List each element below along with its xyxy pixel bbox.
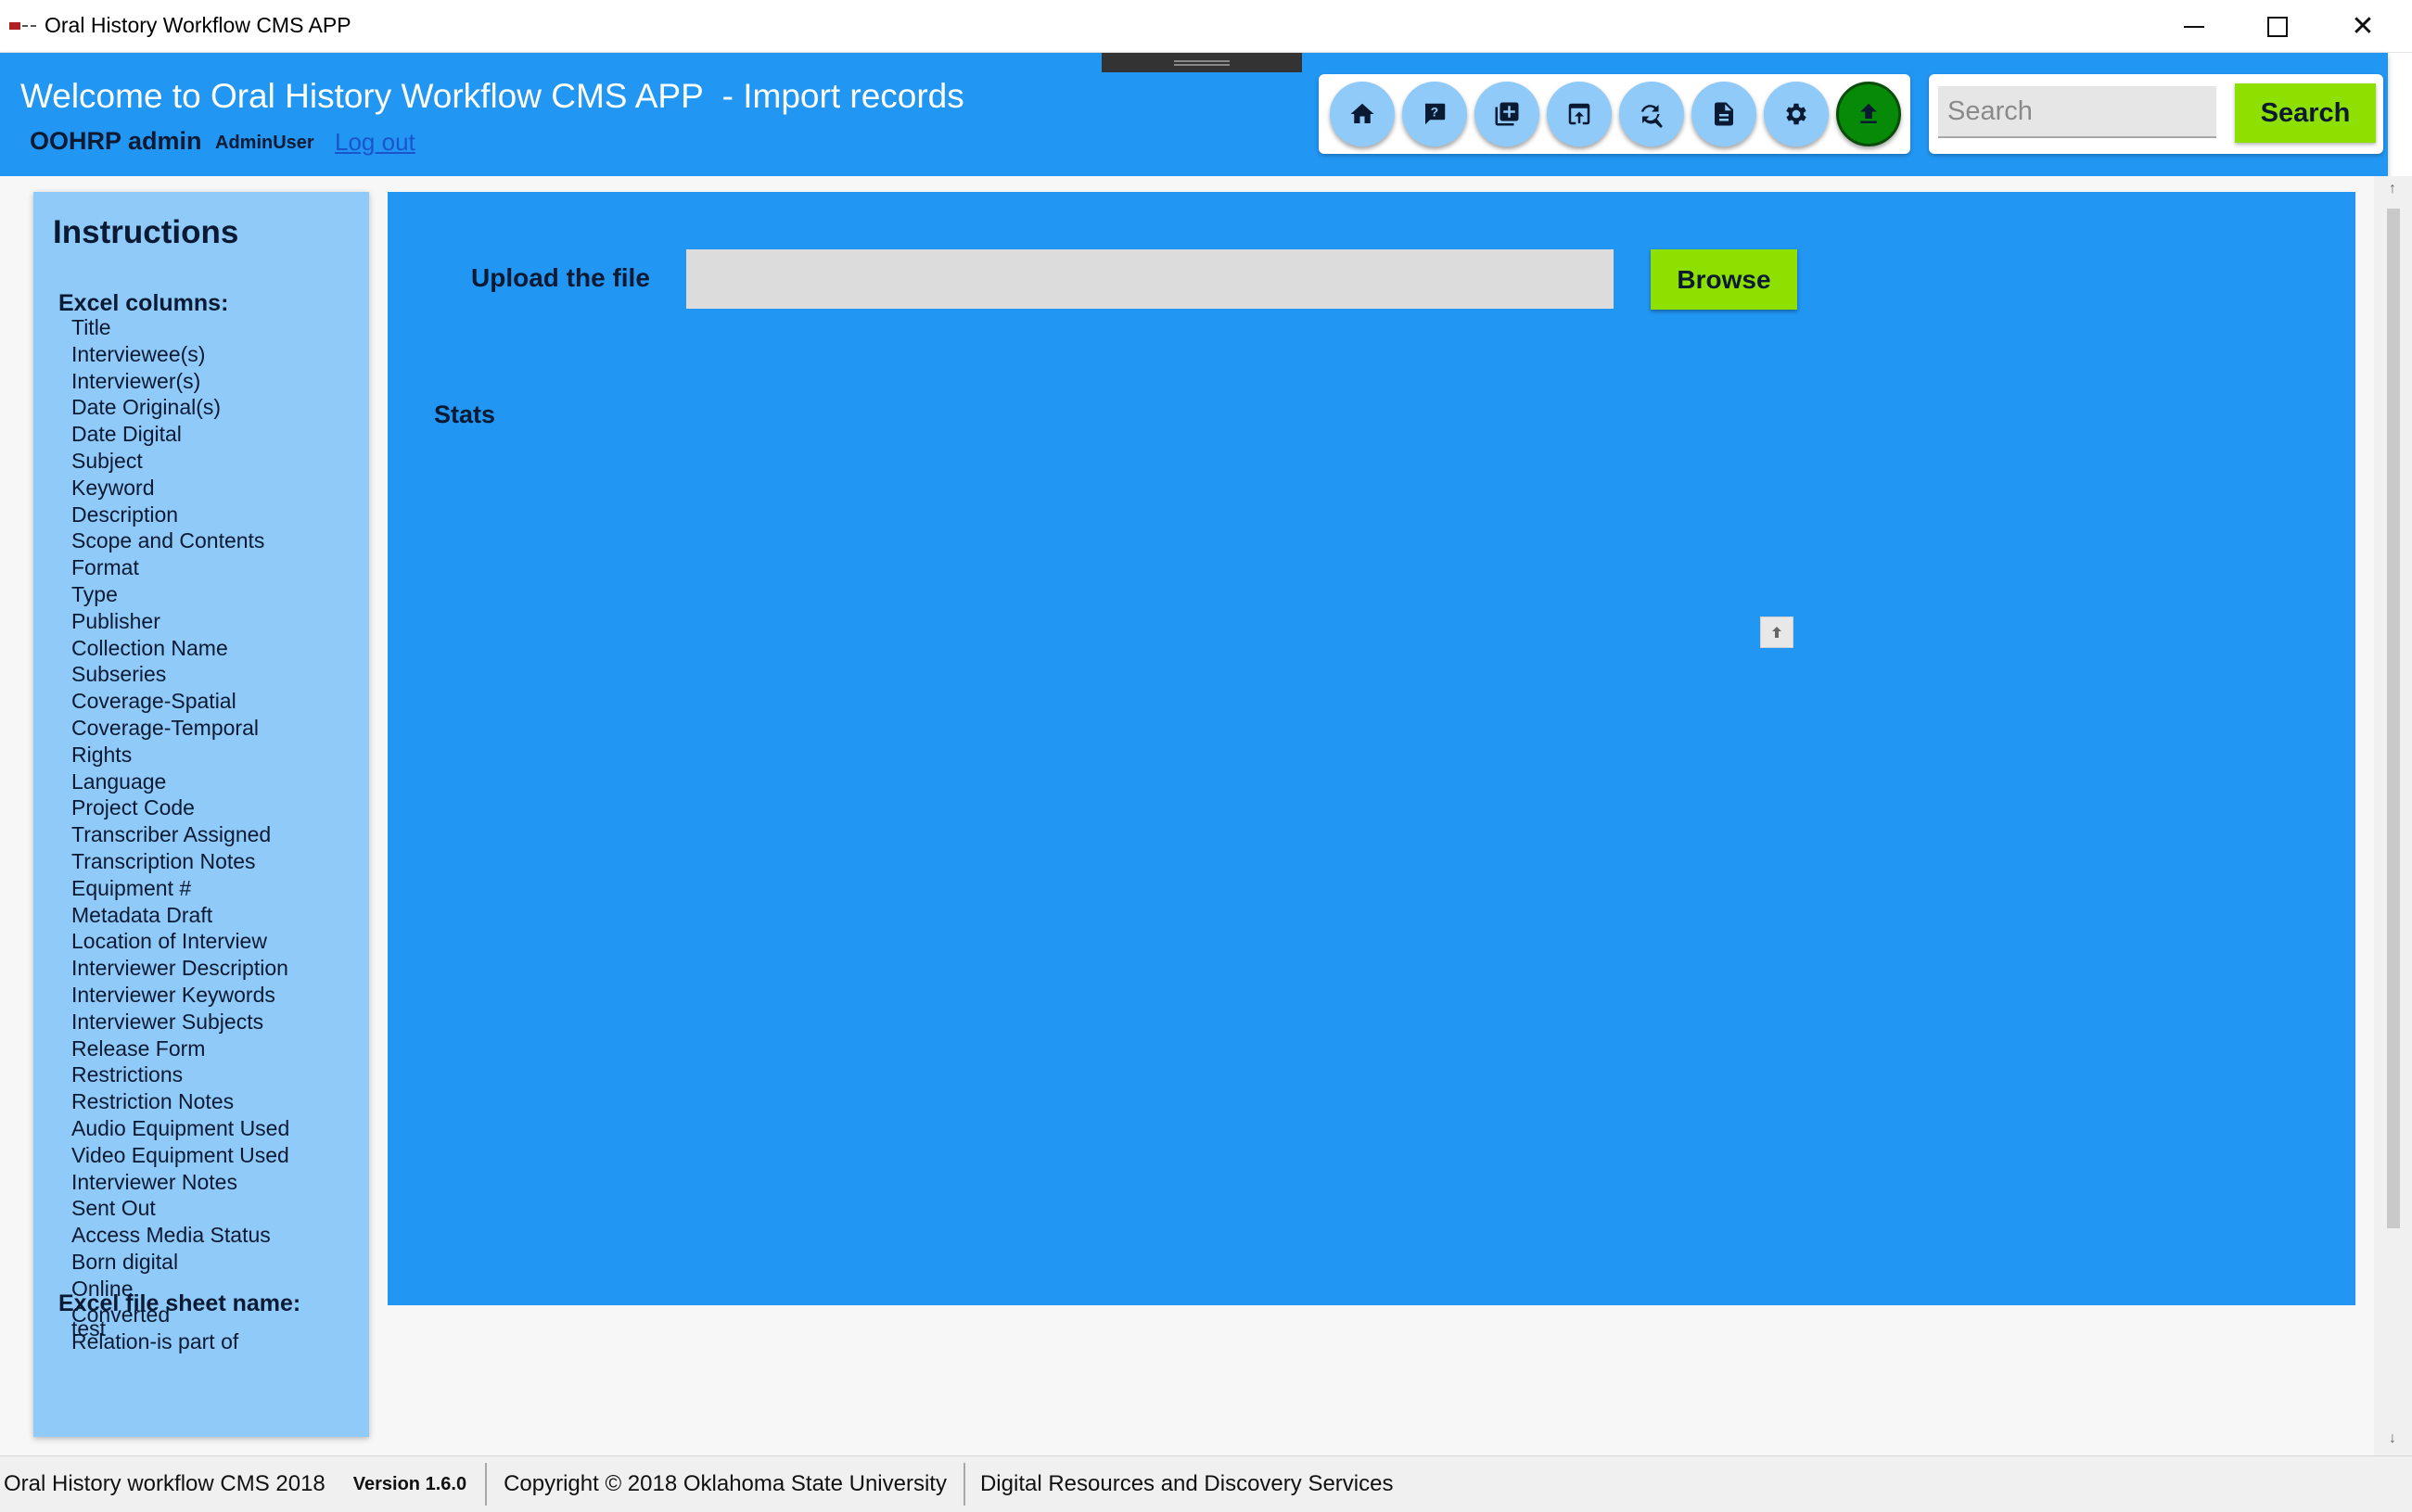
- search-box: Search: [1929, 74, 2383, 154]
- settings-button[interactable]: [1764, 82, 1829, 146]
- drag-handle[interactable]: [1102, 53, 1302, 72]
- sheet-name-heading: Excel file sheet name:: [58, 1290, 301, 1316]
- app-header: Welcome to Oral History Workflow CMS APP…: [0, 53, 2388, 176]
- excel-column-item: Project Code: [71, 795, 195, 820]
- import-records-button[interactable]: [1836, 82, 1901, 146]
- add-record-button[interactable]: [1474, 82, 1539, 146]
- excel-column-item: Interviewer Notes: [71, 1169, 237, 1194]
- footer-app-name: Oral History workflow CMS 2018: [4, 1471, 325, 1496]
- home-button[interactable]: [1330, 82, 1395, 146]
- close-button[interactable]: ✕: [2320, 0, 2406, 53]
- document-icon: [1715, 102, 1733, 126]
- add-record-icon: [1495, 102, 1519, 126]
- sheet-name-value: test: [71, 1316, 107, 1340]
- excel-columns-list: Title Interviewee(s) Interviewer(s) Date Or…: [71, 314, 289, 1355]
- search-input[interactable]: [1938, 86, 2216, 138]
- excel-column-item: Date Original(s): [71, 395, 222, 420]
- find-replace-button[interactable]: [1619, 82, 1684, 146]
- footer-organization: Digital Resources and Discovery Services: [979, 1471, 1394, 1496]
- feedback-icon: ?: [1424, 103, 1446, 125]
- excel-column-item: Born digital: [71, 1249, 179, 1274]
- scroll-down-arrow-icon[interactable]: ↓: [2383, 1429, 2402, 1448]
- excel-column-item: Rights: [71, 742, 133, 767]
- excel-column-item: Scope and Contents: [71, 528, 265, 553]
- minimize-button[interactable]: [2151, 0, 2237, 53]
- scroll-up-arrow-icon[interactable]: ↑: [2383, 180, 2402, 198]
- file-path-field[interactable]: [686, 249, 1614, 309]
- excel-column-item: Date Digital: [71, 422, 182, 447]
- excel-column-item: Interviewer(s): [71, 368, 201, 393]
- browse-button[interactable]: Browse: [1651, 249, 1797, 310]
- minimize-icon: [2184, 25, 2204, 28]
- excel-column-item: Interviewee(s): [71, 341, 206, 366]
- instructions-panel: Instructions Excel columns: Title Intervi…: [33, 192, 369, 1437]
- vertical-scrollbar[interactable]: ↑ ↓: [2374, 176, 2412, 1455]
- excel-column-item: Release Form: [71, 1036, 206, 1061]
- username: OOHRP admin: [30, 127, 202, 155]
- excel-column-item: Transcription Notes: [71, 848, 256, 873]
- user-role: AdminUser: [215, 133, 314, 153]
- excel-column-item: Coverage-Temporal: [71, 715, 259, 740]
- excel-column-item: Keyword: [71, 475, 155, 500]
- upload-icon: [1860, 103, 1877, 123]
- footer-version: Version 1.6.0: [352, 1473, 467, 1494]
- content-area: Instructions Excel columns: Title Intervi…: [0, 176, 2388, 1455]
- settings-icon: [1786, 103, 1806, 125]
- excel-column-item: Interviewer Keywords: [71, 982, 275, 1007]
- excel-column-item: Audio Equipment Used: [71, 1115, 290, 1140]
- home-icon: [1350, 103, 1374, 123]
- excel-column-item: Title: [71, 315, 111, 339]
- excel-column-item: Subject: [71, 448, 143, 473]
- excel-column-item: Description: [71, 502, 179, 527]
- import-panel: Upload the file Browse Stats: [388, 192, 2355, 1305]
- upload-file-label: Upload the file: [471, 263, 650, 292]
- footer-copyright: Copyright © 2018 Oklahoma State Universi…: [504, 1471, 947, 1496]
- excel-column-item: Transcriber Assigned: [71, 822, 272, 847]
- find-replace-icon: [1640, 105, 1663, 128]
- excel-column-item: Coverage-Spatial: [71, 689, 236, 714]
- close-icon: ✕: [2351, 11, 2375, 42]
- excel-column-item: Collection Name: [71, 635, 228, 660]
- reports-button[interactable]: [1691, 82, 1756, 146]
- window-titlebar: Oral History Workflow CMS APP ✕: [0, 0, 2412, 53]
- page-title: Welcome to Oral History Workflow CMS APP…: [20, 77, 964, 115]
- excel-column-item: Interviewer Description: [71, 956, 288, 981]
- excel-column-item: Format: [71, 555, 139, 580]
- instructions-title: Instructions: [53, 214, 239, 250]
- excel-column-item: Metadata Draft: [71, 902, 213, 927]
- maximize-button[interactable]: [2235, 0, 2320, 53]
- excel-column-item: Video Equipment Used: [71, 1142, 289, 1167]
- logout-link[interactable]: Log out: [335, 128, 415, 157]
- export-icon: [1568, 103, 1590, 125]
- search-button[interactable]: Search: [2235, 83, 2376, 143]
- excel-columns-heading: Excel columns:: [58, 290, 229, 316]
- excel-column-item: Interviewer Subjects: [71, 1009, 264, 1034]
- export-button[interactable]: [1547, 82, 1612, 146]
- nav-toolbar: ?: [1319, 74, 1910, 154]
- app-icon: [9, 20, 37, 32]
- excel-column-item: Location of Interview: [71, 929, 267, 954]
- scroll-top-button[interactable]: [1760, 616, 1793, 648]
- help-button[interactable]: ?: [1402, 82, 1467, 146]
- excel-column-item: Language: [71, 769, 167, 794]
- excel-column-item: Publisher: [71, 608, 160, 633]
- excel-column-item: Subseries: [71, 662, 167, 687]
- footer: Oral History workflow CMS 2018 Version 1…: [0, 1455, 2412, 1512]
- stats-label: Stats: [434, 400, 496, 428]
- excel-column-item: Equipment #: [71, 875, 192, 900]
- maximize-icon: [2267, 16, 2288, 37]
- arrow-up-icon: [1772, 627, 1781, 638]
- excel-column-item: Sent Out: [71, 1196, 156, 1221]
- excel-column-item: Restrictions: [71, 1062, 184, 1087]
- excel-column-item: Restriction Notes: [71, 1089, 235, 1114]
- scrollbar-thumb[interactable]: [2387, 209, 2400, 1228]
- excel-column-item: Access Media Status: [71, 1223, 271, 1248]
- excel-column-item: Type: [71, 581, 118, 606]
- window-title: Oral History Workflow CMS APP: [45, 13, 351, 37]
- svg-text:?: ?: [1431, 106, 1438, 120]
